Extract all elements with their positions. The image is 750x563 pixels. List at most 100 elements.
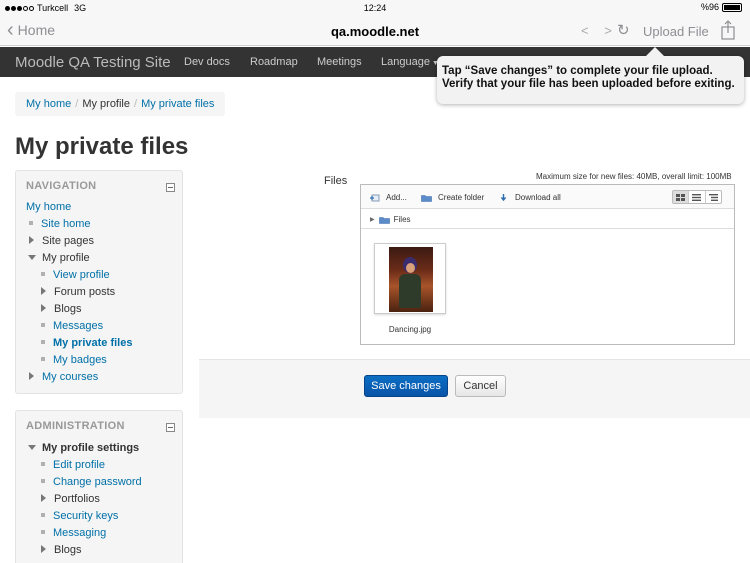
admin-item-label: Messaging	[53, 527, 107, 539]
image-preview	[389, 247, 433, 312]
bullet-icon	[29, 221, 33, 226]
view-tree-button[interactable]	[706, 191, 721, 203]
expand-icon	[29, 236, 34, 245]
file-manager-toolbar: Add... Create folder Download all	[361, 185, 734, 209]
nav-item-my-courses[interactable]: My courses	[29, 371, 98, 383]
file-name[interactable]: Dancing.jpg	[361, 325, 459, 334]
nav-item-forum-posts[interactable]: Forum posts	[41, 286, 115, 298]
admin-item-label: Security keys	[53, 510, 119, 522]
breadcrumb-my-home[interactable]: My home	[26, 98, 71, 110]
tooltip-line-1: Tap “Save changes” to complete your file…	[442, 65, 713, 77]
nav-item-label: Blogs	[54, 303, 82, 315]
nav-meetings[interactable]: Meetings	[317, 56, 362, 68]
nav-item-label: Site pages	[42, 235, 94, 247]
expand-icon	[41, 304, 46, 313]
max-size-note: Maximum size for new files: 40MB, overal…	[536, 172, 732, 181]
admin-item-security-keys[interactable]: Security keys	[41, 510, 118, 522]
admin-item-blogs[interactable]: Blogs	[41, 544, 82, 556]
nav-item-view-profile[interactable]: View profile	[41, 269, 110, 281]
admin-item-label: Blogs	[54, 544, 82, 556]
view-mode-switcher	[672, 190, 722, 204]
share-icon[interactable]	[721, 20, 735, 40]
expand-icon	[41, 287, 46, 296]
save-changes-button[interactable]: Save changes	[364, 375, 448, 397]
bullet-icon	[41, 272, 45, 277]
cancel-button[interactable]: Cancel	[455, 375, 506, 397]
breadcrumb-separator: /	[134, 98, 138, 110]
create-folder-button[interactable]: Create folder	[421, 193, 484, 202]
admin-item-label: My profile settings	[42, 442, 140, 454]
admin-item-label: Change password	[53, 476, 142, 488]
bullet-icon	[41, 323, 45, 328]
grid-view-icon	[676, 193, 686, 201]
nav-language[interactable]: Language ▼	[381, 56, 439, 68]
browser-toolbar: ‹ Home qa.moodle.net < > ↻ Upload File	[0, 16, 750, 46]
nav-item-my-home[interactable]: My home	[26, 201, 71, 213]
folder-icon	[378, 216, 390, 224]
collapse-icon	[28, 254, 36, 260]
nav-item-messages[interactable]: Messages	[41, 320, 103, 332]
breadcrumb-my-profile: My profile	[82, 98, 130, 110]
expand-icon	[29, 372, 34, 381]
nav-item-label: View profile	[53, 269, 110, 281]
admin-item-messaging[interactable]: Messaging	[41, 527, 106, 539]
collapse-icon	[28, 444, 36, 450]
view-icons-button[interactable]	[673, 191, 690, 203]
breadcrumb-my-private-files[interactable]: My private files	[141, 98, 214, 110]
admin-item-my-profile-settings[interactable]: My profile settings	[28, 442, 139, 454]
upload-file-button[interactable]: Upload File	[643, 24, 709, 39]
nav-item-site-pages[interactable]: Site pages	[29, 235, 94, 247]
administration-block: ADMINISTRATION My profile settings Edit …	[15, 410, 183, 563]
bullet-icon	[41, 462, 45, 467]
nav-dev-docs[interactable]: Dev docs	[184, 56, 230, 68]
address-bar[interactable]: qa.moodle.net	[0, 24, 750, 39]
nav-item-my-profile[interactable]: My profile	[28, 252, 90, 264]
nav-item-label: My badges	[53, 354, 107, 366]
path-root-label: Files	[393, 215, 411, 224]
admin-item-portfolios[interactable]: Portfolios	[41, 493, 100, 505]
status-bar: Turkcell 3G 12:24 %96	[0, 0, 750, 16]
breadcrumb: My home / My profile / My private files	[15, 92, 226, 116]
page-title: My private files	[15, 133, 189, 160]
bullet-icon	[41, 357, 45, 362]
admin-item-edit-profile[interactable]: Edit profile	[41, 459, 105, 471]
bullet-icon	[41, 340, 45, 345]
file-thumbnail[interactable]	[374, 243, 446, 314]
download-icon	[500, 193, 507, 201]
download-all-button[interactable]: Download all	[498, 193, 561, 202]
add-file-icon	[370, 194, 380, 201]
tooltip-line-2: Verify that your file has been uploaded …	[442, 78, 735, 90]
nav-item-my-private-files[interactable]: My private files	[41, 337, 132, 349]
administration-heading: ADMINISTRATION	[26, 420, 125, 432]
create-folder-label: Create folder	[438, 193, 485, 202]
download-all-label: Download all	[515, 193, 561, 202]
collapse-block-icon[interactable]	[166, 423, 175, 432]
battery-icon	[722, 2, 742, 12]
view-list-button[interactable]	[689, 191, 706, 203]
upload-tooltip: Tap “Save changes” to complete your file…	[437, 47, 744, 104]
nav-item-label: Messages	[53, 320, 104, 332]
reload-icon[interactable]: ↻	[617, 21, 630, 39]
expand-icon	[41, 494, 46, 503]
history-nav-buttons[interactable]: < >	[581, 23, 618, 38]
nav-item-label: Site home	[41, 218, 91, 230]
add-file-label: Add...	[386, 193, 407, 202]
expand-icon	[41, 545, 46, 554]
path-root-folder[interactable]: ▶ Files	[370, 215, 411, 224]
admin-item-label: Edit profile	[53, 459, 105, 471]
collapse-block-icon[interactable]	[166, 183, 175, 192]
list-view-icon	[692, 193, 702, 201]
file-manager: Add... Create folder Download all ▶ File…	[360, 184, 735, 345]
nav-item-blogs[interactable]: Blogs	[41, 303, 82, 315]
navigation-block: NAVIGATION My home Site home Site pages …	[15, 170, 183, 394]
admin-item-change-password[interactable]: Change password	[41, 476, 142, 488]
nav-roadmap[interactable]: Roadmap	[250, 56, 298, 68]
bullet-icon	[41, 513, 45, 518]
site-brand[interactable]: Moodle QA Testing Site	[15, 54, 171, 71]
nav-item-my-badges[interactable]: My badges	[41, 354, 107, 366]
bullet-icon	[41, 530, 45, 535]
nav-item-label: Forum posts	[54, 286, 116, 298]
add-file-button[interactable]: Add...	[369, 193, 407, 202]
nav-item-site-home[interactable]: Site home	[29, 218, 91, 230]
nav-language-label: Language	[381, 56, 430, 68]
